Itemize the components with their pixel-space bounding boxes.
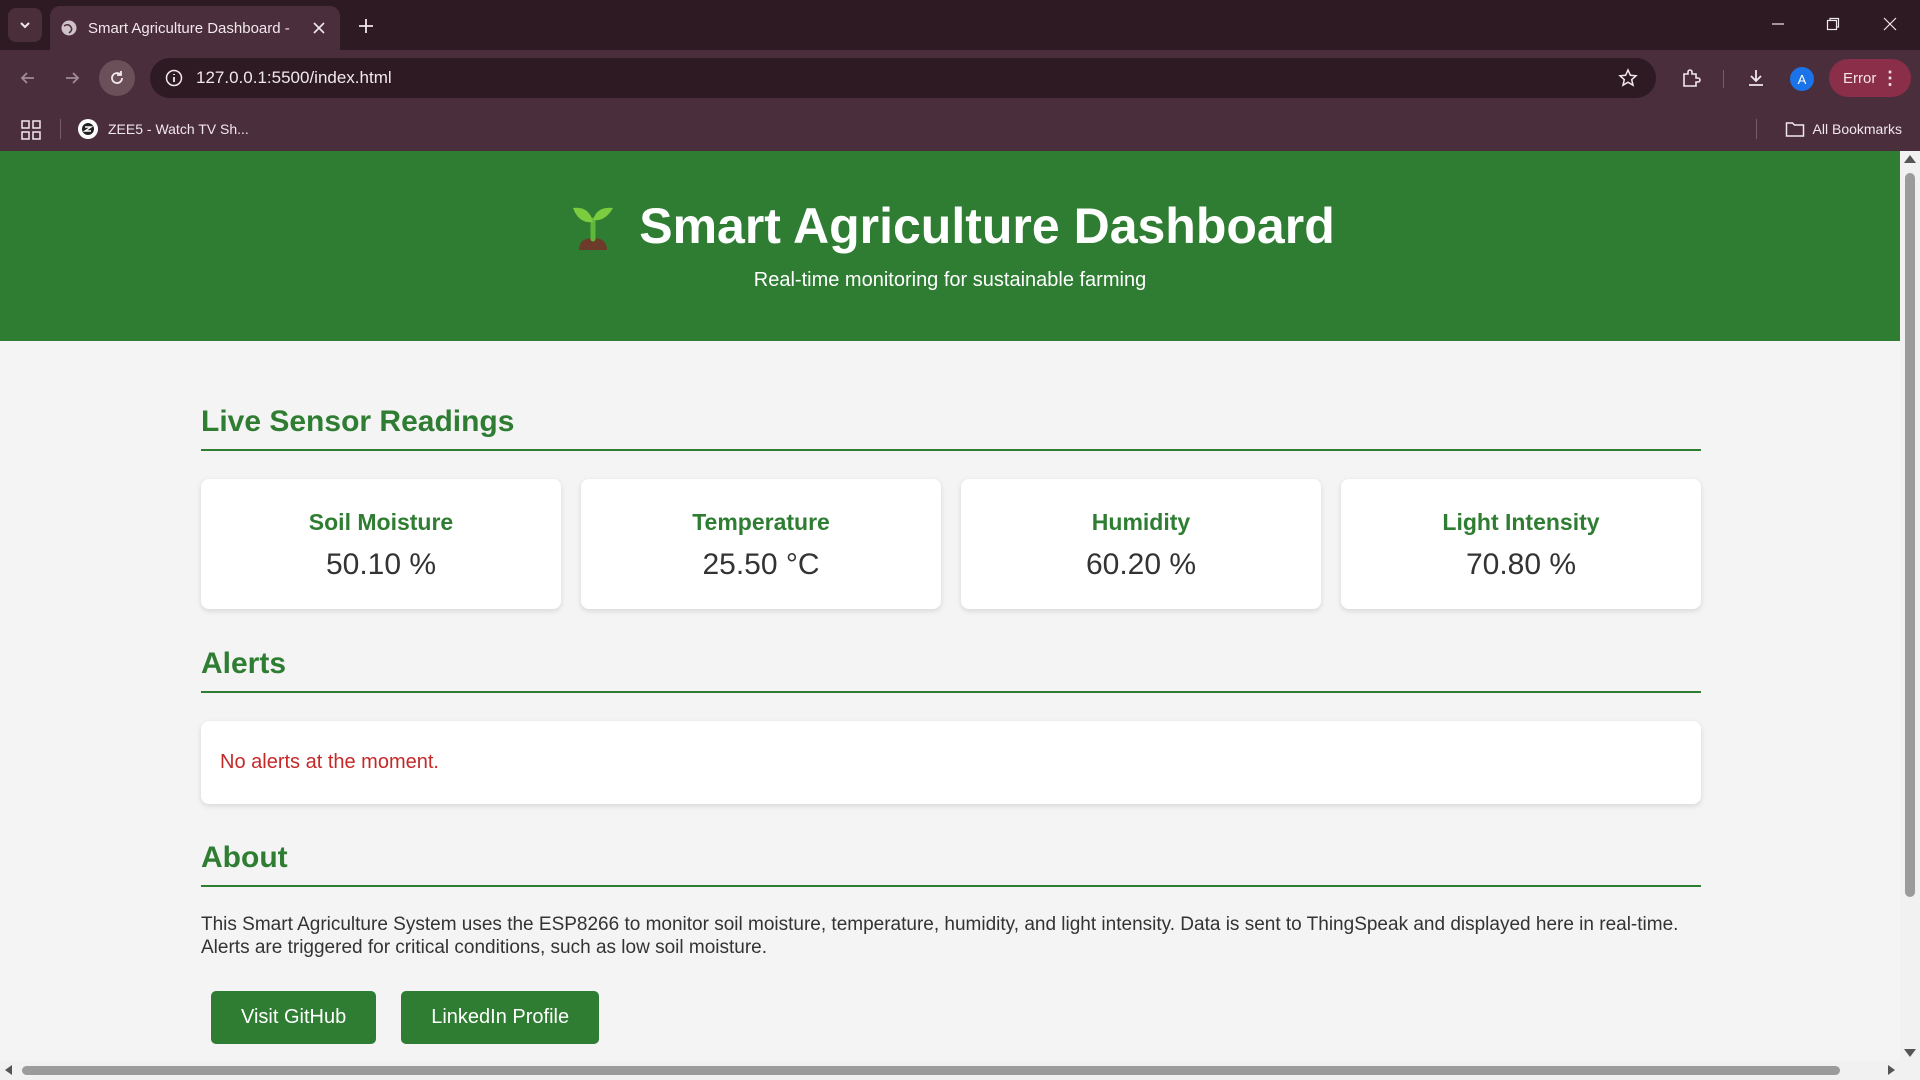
browser-tab[interactable]: Smart Agriculture Dashboard - (50, 6, 340, 50)
alert-box: No alerts at the moment. (201, 721, 1701, 804)
bookmark-item[interactable]: ZEE5 - Watch TV Sh... (78, 117, 249, 141)
reload-icon (111, 71, 123, 84)
about-buttons: Visit GitHub LinkedIn Profile (211, 991, 600, 1044)
apps-grid-icon[interactable] (20, 119, 42, 141)
toolbar-divider (1723, 70, 1724, 88)
sensor-cards: Soil Moisture 50.10 % Temperature 25.50 … (201, 479, 1701, 609)
tab-search-button[interactable] (8, 8, 42, 42)
scroll-up-icon[interactable] (1904, 155, 1916, 163)
sensor-card-temperature: Temperature 25.50 °C (581, 479, 941, 609)
minimize-icon (1772, 23, 1784, 25)
plus-icon (359, 19, 373, 33)
github-button[interactable]: Visit GitHub (211, 991, 377, 1044)
title-row: Smart Agriculture Dashboard (0, 197, 1900, 255)
extensions-button[interactable] (1675, 62, 1707, 94)
alerts-section-title: Alerts (201, 647, 1701, 693)
vertical-scroll-thumb[interactable] (1905, 173, 1915, 897)
horizontal-scrollbar[interactable] (0, 1061, 1920, 1080)
page-viewport: Smart Agriculture Dashboard Real-time mo… (0, 151, 1900, 1061)
sensor-card-light-intensity: Light Intensity 70.80 % (1341, 479, 1701, 609)
folder-icon (1785, 122, 1804, 137)
page-title: Smart Agriculture Dashboard (639, 198, 1335, 254)
bookmark-label: ZEE5 - Watch TV Sh... (108, 121, 249, 137)
arrow-right-icon (66, 72, 80, 84)
restore-button[interactable] (1815, 8, 1851, 40)
tab-title: Smart Agriculture Dashboard - (88, 19, 290, 37)
url-text[interactable]: 127.0.0.1:5500/index.html (196, 68, 392, 88)
page-subtitle: Real-time monitoring for sustainable far… (753, 269, 1147, 291)
restore-icon (1826, 17, 1840, 31)
sensor-card-label: Humidity (1091, 509, 1191, 535)
all-bookmarks-label: All Bookmarks (1812, 121, 1902, 137)
page-header: Smart Agriculture Dashboard Real-time mo… (0, 151, 1900, 341)
chevron-down-icon (20, 22, 30, 29)
about-section-title: About (201, 841, 1701, 887)
bookmarks-bar: ZEE5 - Watch TV Sh... All Bookmarks (0, 107, 1920, 151)
scroll-left-icon[interactable] (5, 1065, 12, 1075)
close-tab-button[interactable] (308, 17, 330, 39)
sensor-card-value: 70.80 % (1465, 548, 1577, 581)
scroll-down-icon[interactable] (1904, 1049, 1916, 1057)
reload-button[interactable] (99, 60, 135, 96)
bookmark-star-icon[interactable] (1616, 66, 1640, 90)
profile-avatar[interactable]: A (1790, 67, 1814, 91)
browser-toolbar: 127.0.0.1:5500/index.html A Error ⋮ (0, 50, 1920, 107)
vertical-scrollbar[interactable] (1900, 151, 1920, 1061)
downloads-button[interactable] (1740, 62, 1772, 94)
sensor-card-value: 50.10 % (325, 548, 437, 581)
download-icon (1749, 70, 1763, 86)
scroll-right-icon[interactable] (1888, 1065, 1895, 1075)
forward-button[interactable] (54, 60, 90, 96)
tab-bar: Smart Agriculture Dashboard - (0, 0, 1920, 50)
puzzle-icon (1683, 69, 1701, 87)
bookmarks-divider (60, 119, 61, 139)
close-icon (313, 22, 325, 34)
horizontal-scroll-thumb[interactable] (22, 1066, 1840, 1075)
back-button[interactable] (10, 60, 46, 96)
globe-icon (61, 20, 77, 36)
new-tab-button[interactable] (352, 12, 380, 40)
arrow-left-icon (20, 72, 34, 84)
sensor-card-value: 25.50 °C (702, 548, 820, 581)
sensor-card-humidity: Humidity 60.20 % (961, 479, 1321, 609)
about-text: This Smart Agriculture System uses the E… (201, 914, 1679, 958)
error-menu-button[interactable]: Error ⋮ (1829, 59, 1911, 97)
sensor-section-title: Live Sensor Readings (201, 405, 1701, 451)
linkedin-button[interactable]: LinkedIn Profile (401, 991, 600, 1044)
more-vert-icon: ⋮ (1881, 68, 1899, 88)
error-label: Error (1843, 69, 1877, 87)
minimize-button[interactable] (1760, 8, 1796, 40)
site-info-icon[interactable] (162, 66, 186, 90)
sensor-card-label: Soil Moisture (308, 509, 454, 535)
sensor-card-value: 60.20 % (1085, 548, 1197, 581)
sensor-card-soil-moisture: Soil Moisture 50.10 % (201, 479, 561, 609)
alert-message: No alerts at the moment. (220, 751, 439, 773)
address-bar[interactable]: 127.0.0.1:5500/index.html (150, 58, 1656, 98)
sensor-card-label: Temperature (692, 509, 830, 535)
all-bookmarks-button[interactable]: All Bookmarks (1785, 117, 1902, 141)
close-window-button[interactable] (1872, 8, 1908, 40)
close-icon (1883, 17, 1897, 31)
zee5-favicon-icon (78, 119, 98, 139)
bookmarks-divider (1756, 119, 1757, 139)
sprout-icon (573, 207, 614, 250)
sensor-card-label: Light Intensity (1442, 509, 1600, 535)
